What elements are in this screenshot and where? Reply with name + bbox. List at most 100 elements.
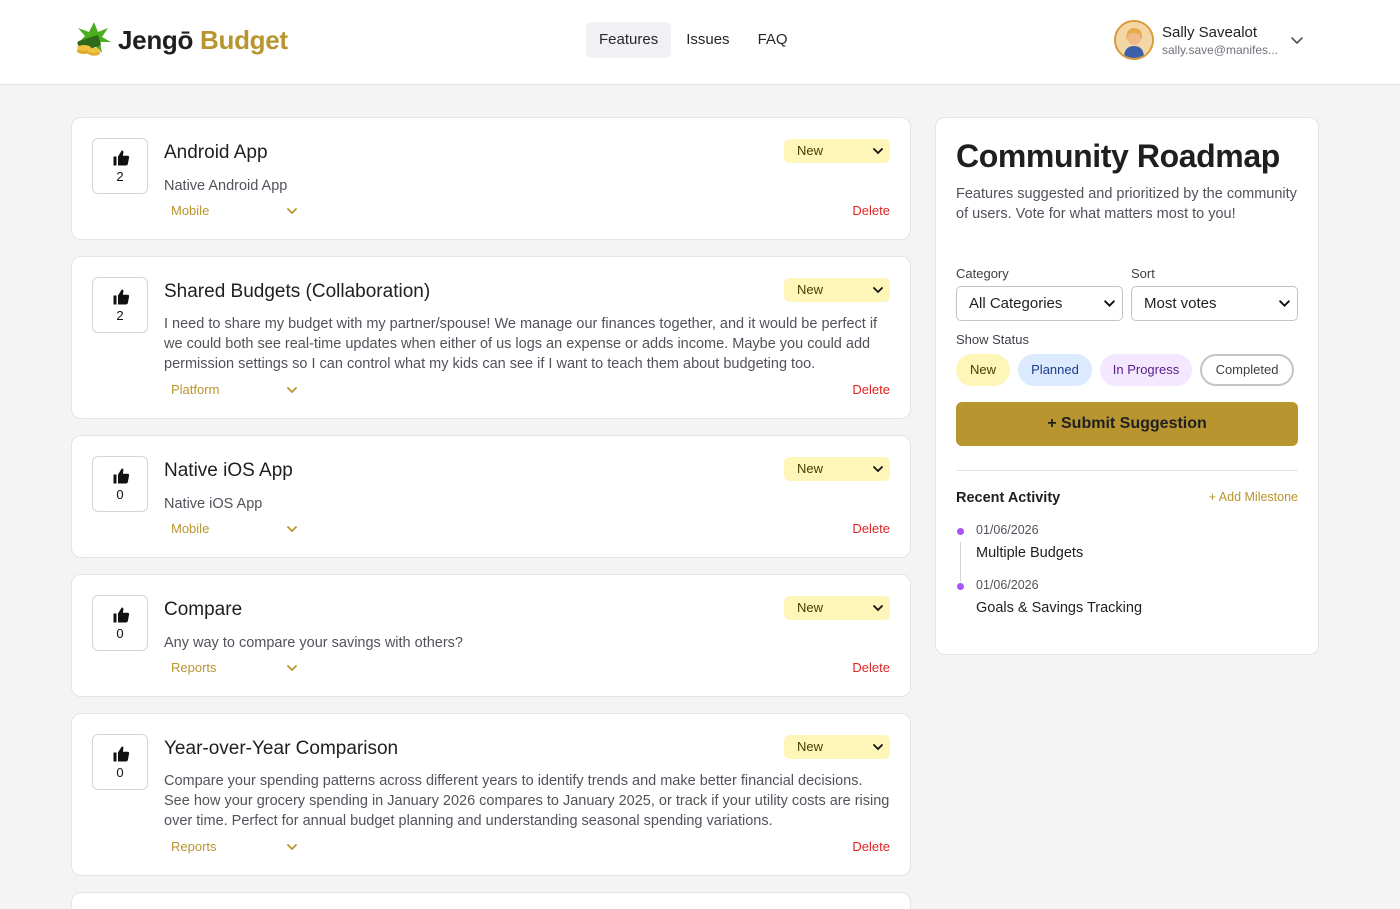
category-select[interactable]: Mobile	[171, 203, 209, 218]
feature-card: 0 Compare Any way to compare your saving…	[71, 574, 911, 697]
sort-label: Sort	[1131, 266, 1155, 281]
thumbs-up-icon	[113, 150, 130, 166]
feature-description: Compare your spending patterns across di…	[164, 773, 890, 829]
vote-button[interactable]: 2	[92, 277, 148, 333]
activity-date: 01/06/2026	[976, 578, 1039, 592]
category-filter-value: All Categories	[969, 295, 1063, 312]
divider	[956, 470, 1298, 471]
feature-card	[71, 892, 911, 909]
feature-title: Native iOS App	[164, 460, 293, 481]
thumbs-up-icon	[113, 746, 130, 762]
user-name: Sally Savealot	[1162, 23, 1258, 41]
submit-suggestion-button[interactable]: + Submit Suggestion	[956, 402, 1298, 446]
status-value: New	[797, 600, 824, 615]
chevron-down-icon[interactable]	[286, 662, 298, 674]
logo-icon	[72, 20, 112, 60]
status-value: New	[797, 282, 824, 297]
vote-count: 0	[116, 626, 124, 641]
roadmap-title: Community Roadmap	[956, 138, 1280, 174]
sort-value: Most votes	[1144, 295, 1217, 312]
status-filter-label: Show Status	[956, 332, 1029, 347]
status-filter-completed[interactable]: Completed	[1200, 354, 1294, 386]
nav-features[interactable]: Features	[586, 22, 672, 58]
feature-title: Year-over-Year Comparison	[164, 738, 399, 759]
roadmap-panel: Community Roadmap Features suggested and…	[935, 117, 1319, 655]
feature-description: Any way to compare your savings with oth…	[164, 635, 463, 651]
user-info: Sally Savealot sally.save@manifes...	[1162, 24, 1286, 57]
category-select[interactable]: Reports	[171, 660, 217, 675]
feature-title: Android App	[164, 142, 268, 163]
chevron-down-icon	[1104, 300, 1115, 308]
logo-text: Jengō Budget	[118, 25, 288, 56]
chevron-down-icon[interactable]	[286, 205, 298, 217]
feature-card: 2 Shared Budgets (Collaboration) I need …	[71, 256, 911, 419]
vote-count: 0	[116, 765, 124, 780]
feature-card: 2 Android App Native Android App New Mob…	[71, 117, 911, 240]
main-nav: Features Issues FAQ	[586, 22, 803, 58]
chevron-down-icon[interactable]	[286, 523, 298, 535]
feature-description: Native Android App	[164, 178, 288, 194]
timeline-dot	[957, 583, 964, 590]
chevron-down-icon	[873, 605, 883, 612]
chevron-down-icon[interactable]	[286, 841, 298, 853]
status-value: New	[797, 739, 824, 754]
nav-issues[interactable]: Issues	[673, 22, 742, 58]
chevron-down-icon	[873, 744, 883, 751]
thumbs-up-icon	[113, 468, 130, 484]
feature-card: 0 Year-over-Year Comparison Compare your…	[71, 713, 911, 876]
category-filter[interactable]: All Categories	[956, 286, 1123, 321]
status-select[interactable]: New	[784, 278, 890, 302]
vote-button[interactable]: 0	[92, 734, 148, 790]
status-value: New	[797, 143, 824, 158]
chevron-down-icon	[1279, 300, 1290, 308]
roadmap-description: Features suggested and prioritized by th…	[956, 186, 1297, 222]
feature-title: Shared Budgets (Collaboration)	[164, 281, 431, 302]
category-select[interactable]: Reports	[171, 839, 217, 854]
feature-description: I need to share my budget with my partne…	[164, 316, 878, 372]
feature-card: 0 Native iOS App Native iOS App New Mobi…	[71, 435, 911, 558]
status-select[interactable]: New	[784, 139, 890, 163]
category-select[interactable]: Mobile	[171, 521, 209, 536]
chevron-down-icon[interactable]	[1289, 32, 1305, 48]
delete-button[interactable]: Delete	[852, 382, 890, 397]
chevron-down-icon	[873, 148, 883, 155]
avatar[interactable]	[1114, 20, 1154, 60]
activity-name: Goals & Savings Tracking	[976, 600, 1143, 616]
delete-button[interactable]: Delete	[852, 521, 890, 536]
user-email: sally.save@manifes...	[1162, 42, 1278, 57]
feature-title: Compare	[164, 599, 243, 620]
chevron-down-icon	[873, 466, 883, 473]
user-menu[interactable]: Sally Savealot sally.save@manifes...	[1114, 20, 1309, 60]
timeline-line	[960, 542, 961, 582]
status-select[interactable]: New	[784, 735, 890, 759]
status-filter-new[interactable]: New	[956, 354, 1010, 386]
timeline-dot	[957, 528, 964, 535]
chevron-down-icon[interactable]	[286, 384, 298, 396]
vote-count: 2	[116, 308, 124, 323]
status-filter-planned[interactable]: Planned	[1018, 354, 1092, 386]
status-select[interactable]: New	[784, 596, 890, 620]
activity-name: Multiple Budgets	[976, 545, 1084, 561]
vote-button[interactable]: 2	[92, 138, 148, 194]
top-header: Jengō Budget Features Issues FAQ Sally S…	[0, 0, 1400, 85]
logo-word-2: Budget	[200, 24, 288, 55]
feature-description: Native iOS App	[164, 496, 263, 512]
nav-faq[interactable]: FAQ	[745, 22, 801, 58]
category-select[interactable]: Platform	[171, 382, 219, 397]
sort-select[interactable]: Most votes	[1131, 286, 1298, 321]
delete-button[interactable]: Delete	[852, 839, 890, 854]
status-filter-in-progress[interactable]: In Progress	[1100, 354, 1192, 386]
vote-count: 0	[116, 487, 124, 502]
status-value: New	[797, 461, 824, 476]
recent-activity-title: Recent Activity	[956, 490, 1061, 506]
logo[interactable]: Jengō Budget	[72, 20, 288, 60]
vote-button[interactable]: 0	[92, 595, 148, 651]
logo-word-1: Jengō	[118, 24, 194, 55]
vote-count: 2	[116, 169, 124, 184]
vote-button[interactable]: 0	[92, 456, 148, 512]
delete-button[interactable]: Delete	[852, 203, 890, 218]
add-milestone-link[interactable]: + Add Milestone	[1209, 490, 1298, 504]
thumbs-up-icon	[113, 289, 130, 305]
delete-button[interactable]: Delete	[852, 660, 890, 675]
status-select[interactable]: New	[784, 457, 890, 481]
